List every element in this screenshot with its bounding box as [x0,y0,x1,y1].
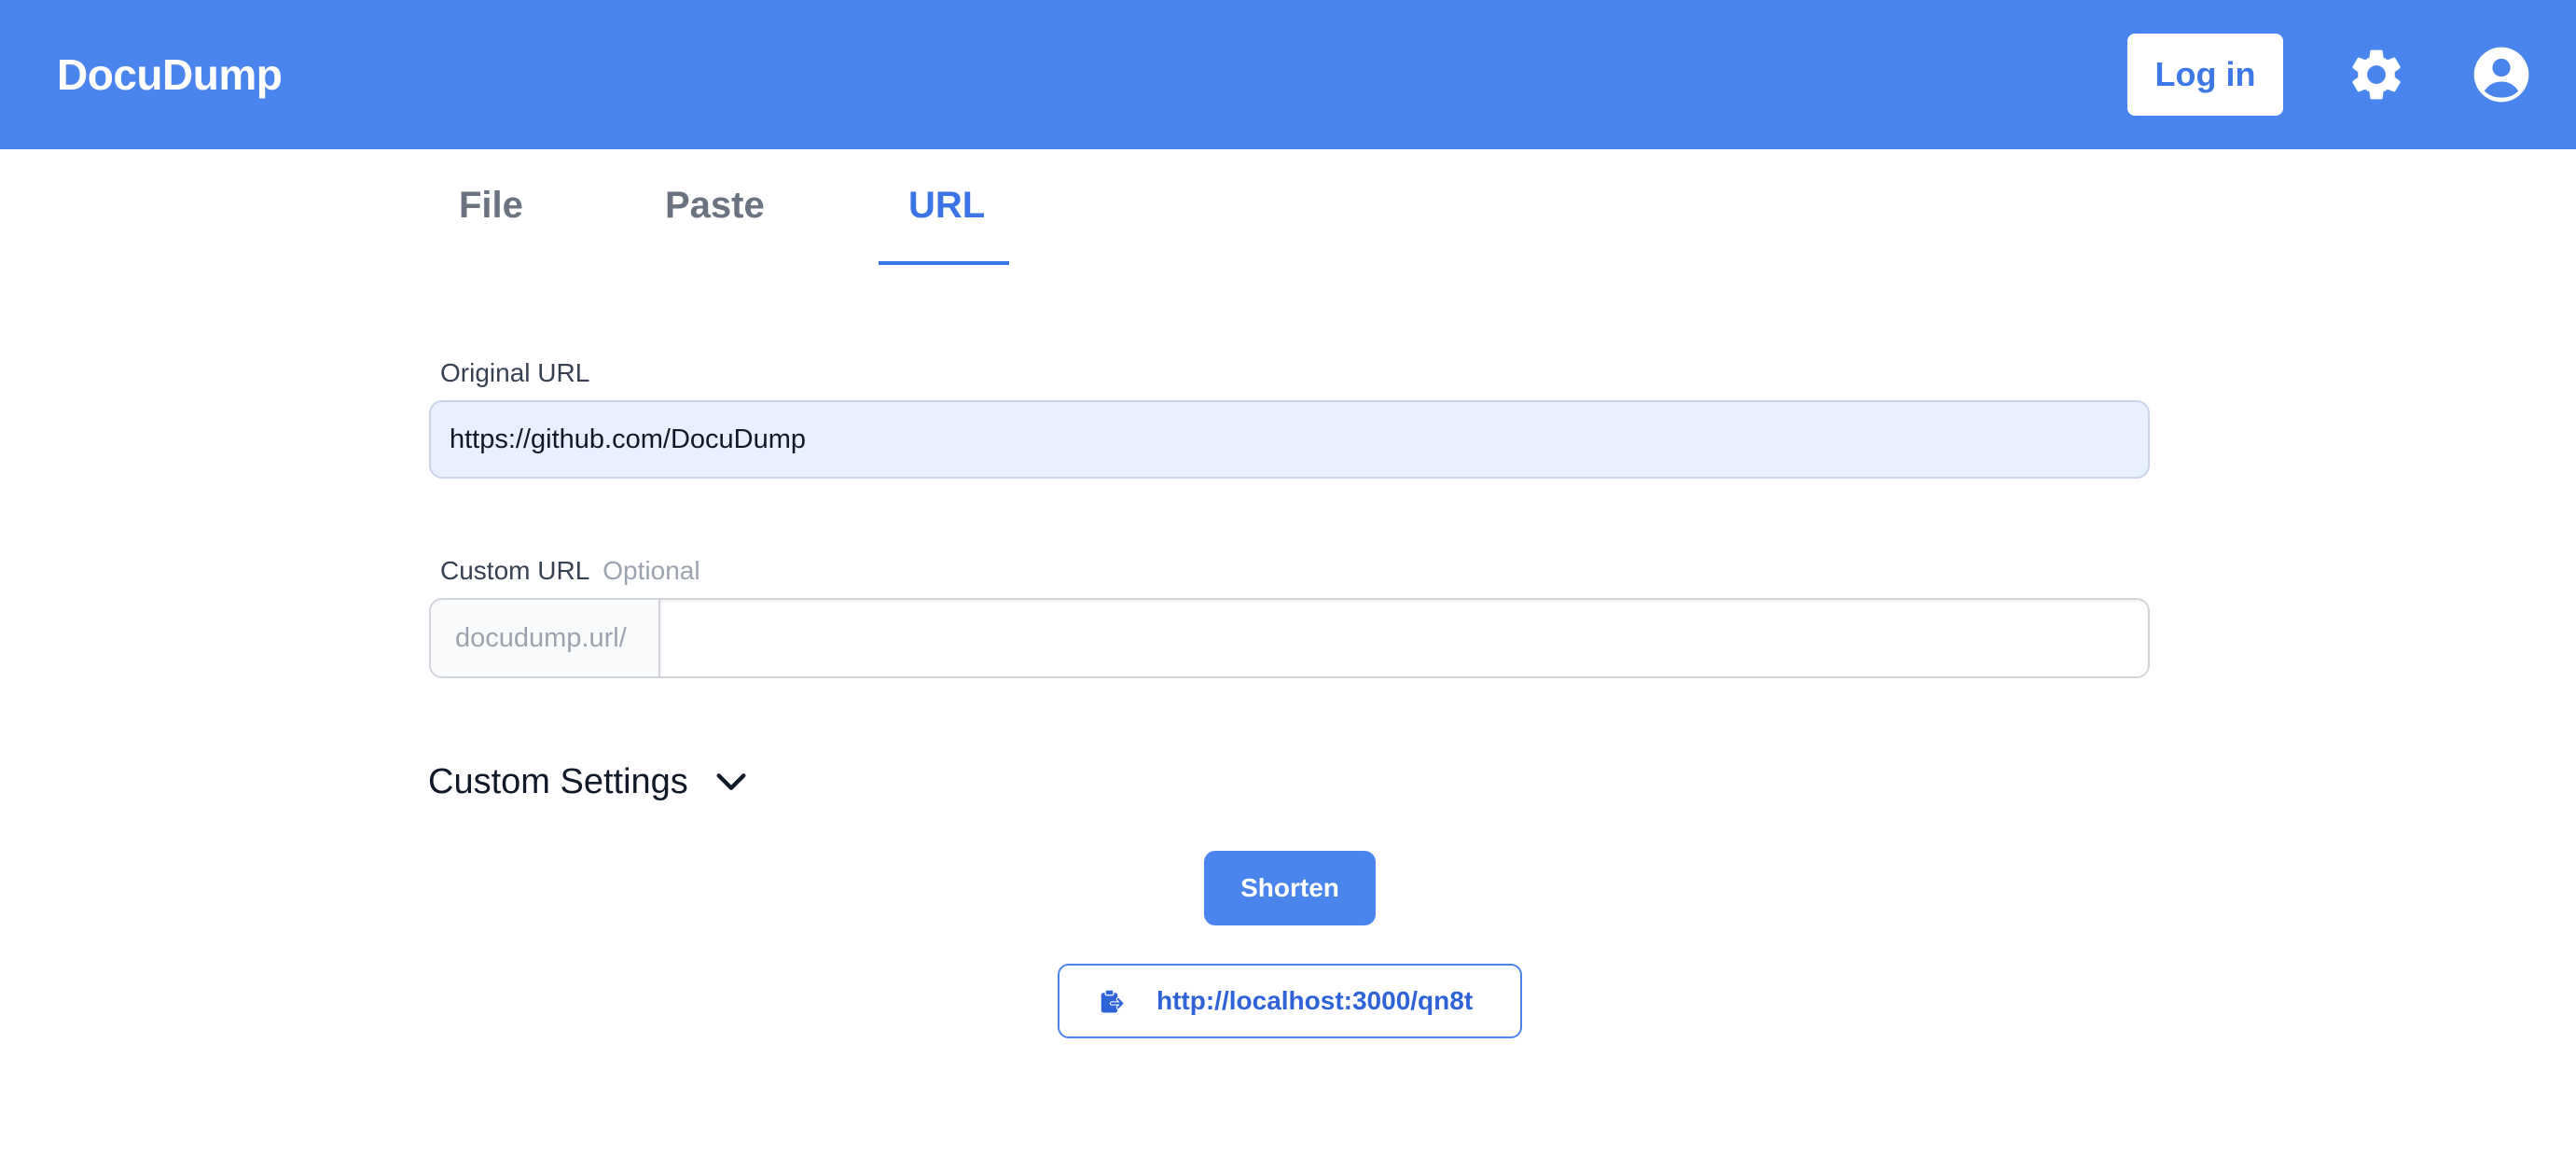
user-circle-icon [2473,47,2529,103]
shortened-url-link[interactable]: http://localhost:3000/qn8t [1156,986,1473,1016]
clipboard-icon [1097,986,1127,1016]
shorten-button[interactable]: Shorten [1204,851,1376,925]
settings-button[interactable] [2344,42,2409,107]
custom-url-label: Custom URL Optional [440,554,700,588]
original-url-input[interactable] [429,400,2150,479]
upload-type-tabs: File Paste URL [429,149,1362,265]
custom-url-label-text: Custom URL [440,556,590,585]
tab-paste[interactable]: Paste [665,179,765,231]
custom-url-field-group: docudump.url/ [429,598,2150,678]
shortened-url-result[interactable]: http://localhost:3000/qn8t [1058,964,1522,1038]
custom-url-prefix: docudump.url/ [431,600,660,676]
top-navbar: DocuDump Log in [0,0,2576,149]
account-button[interactable] [2469,42,2534,107]
chevron-down-icon [713,763,750,800]
tab-url[interactable]: URL [908,179,985,231]
login-button[interactable]: Log in [2127,34,2283,116]
active-tab-indicator [879,261,1009,265]
original-url-label: Original URL [440,358,590,387]
gear-icon [2352,49,2401,100]
custom-settings-toggle[interactable]: Custom Settings [428,758,750,806]
optional-label: Optional [602,556,700,585]
custom-settings-label: Custom Settings [428,761,688,801]
custom-url-input[interactable] [660,600,2148,676]
brand-logo[interactable]: DocuDump [57,49,283,101]
tab-file[interactable]: File [459,179,523,231]
